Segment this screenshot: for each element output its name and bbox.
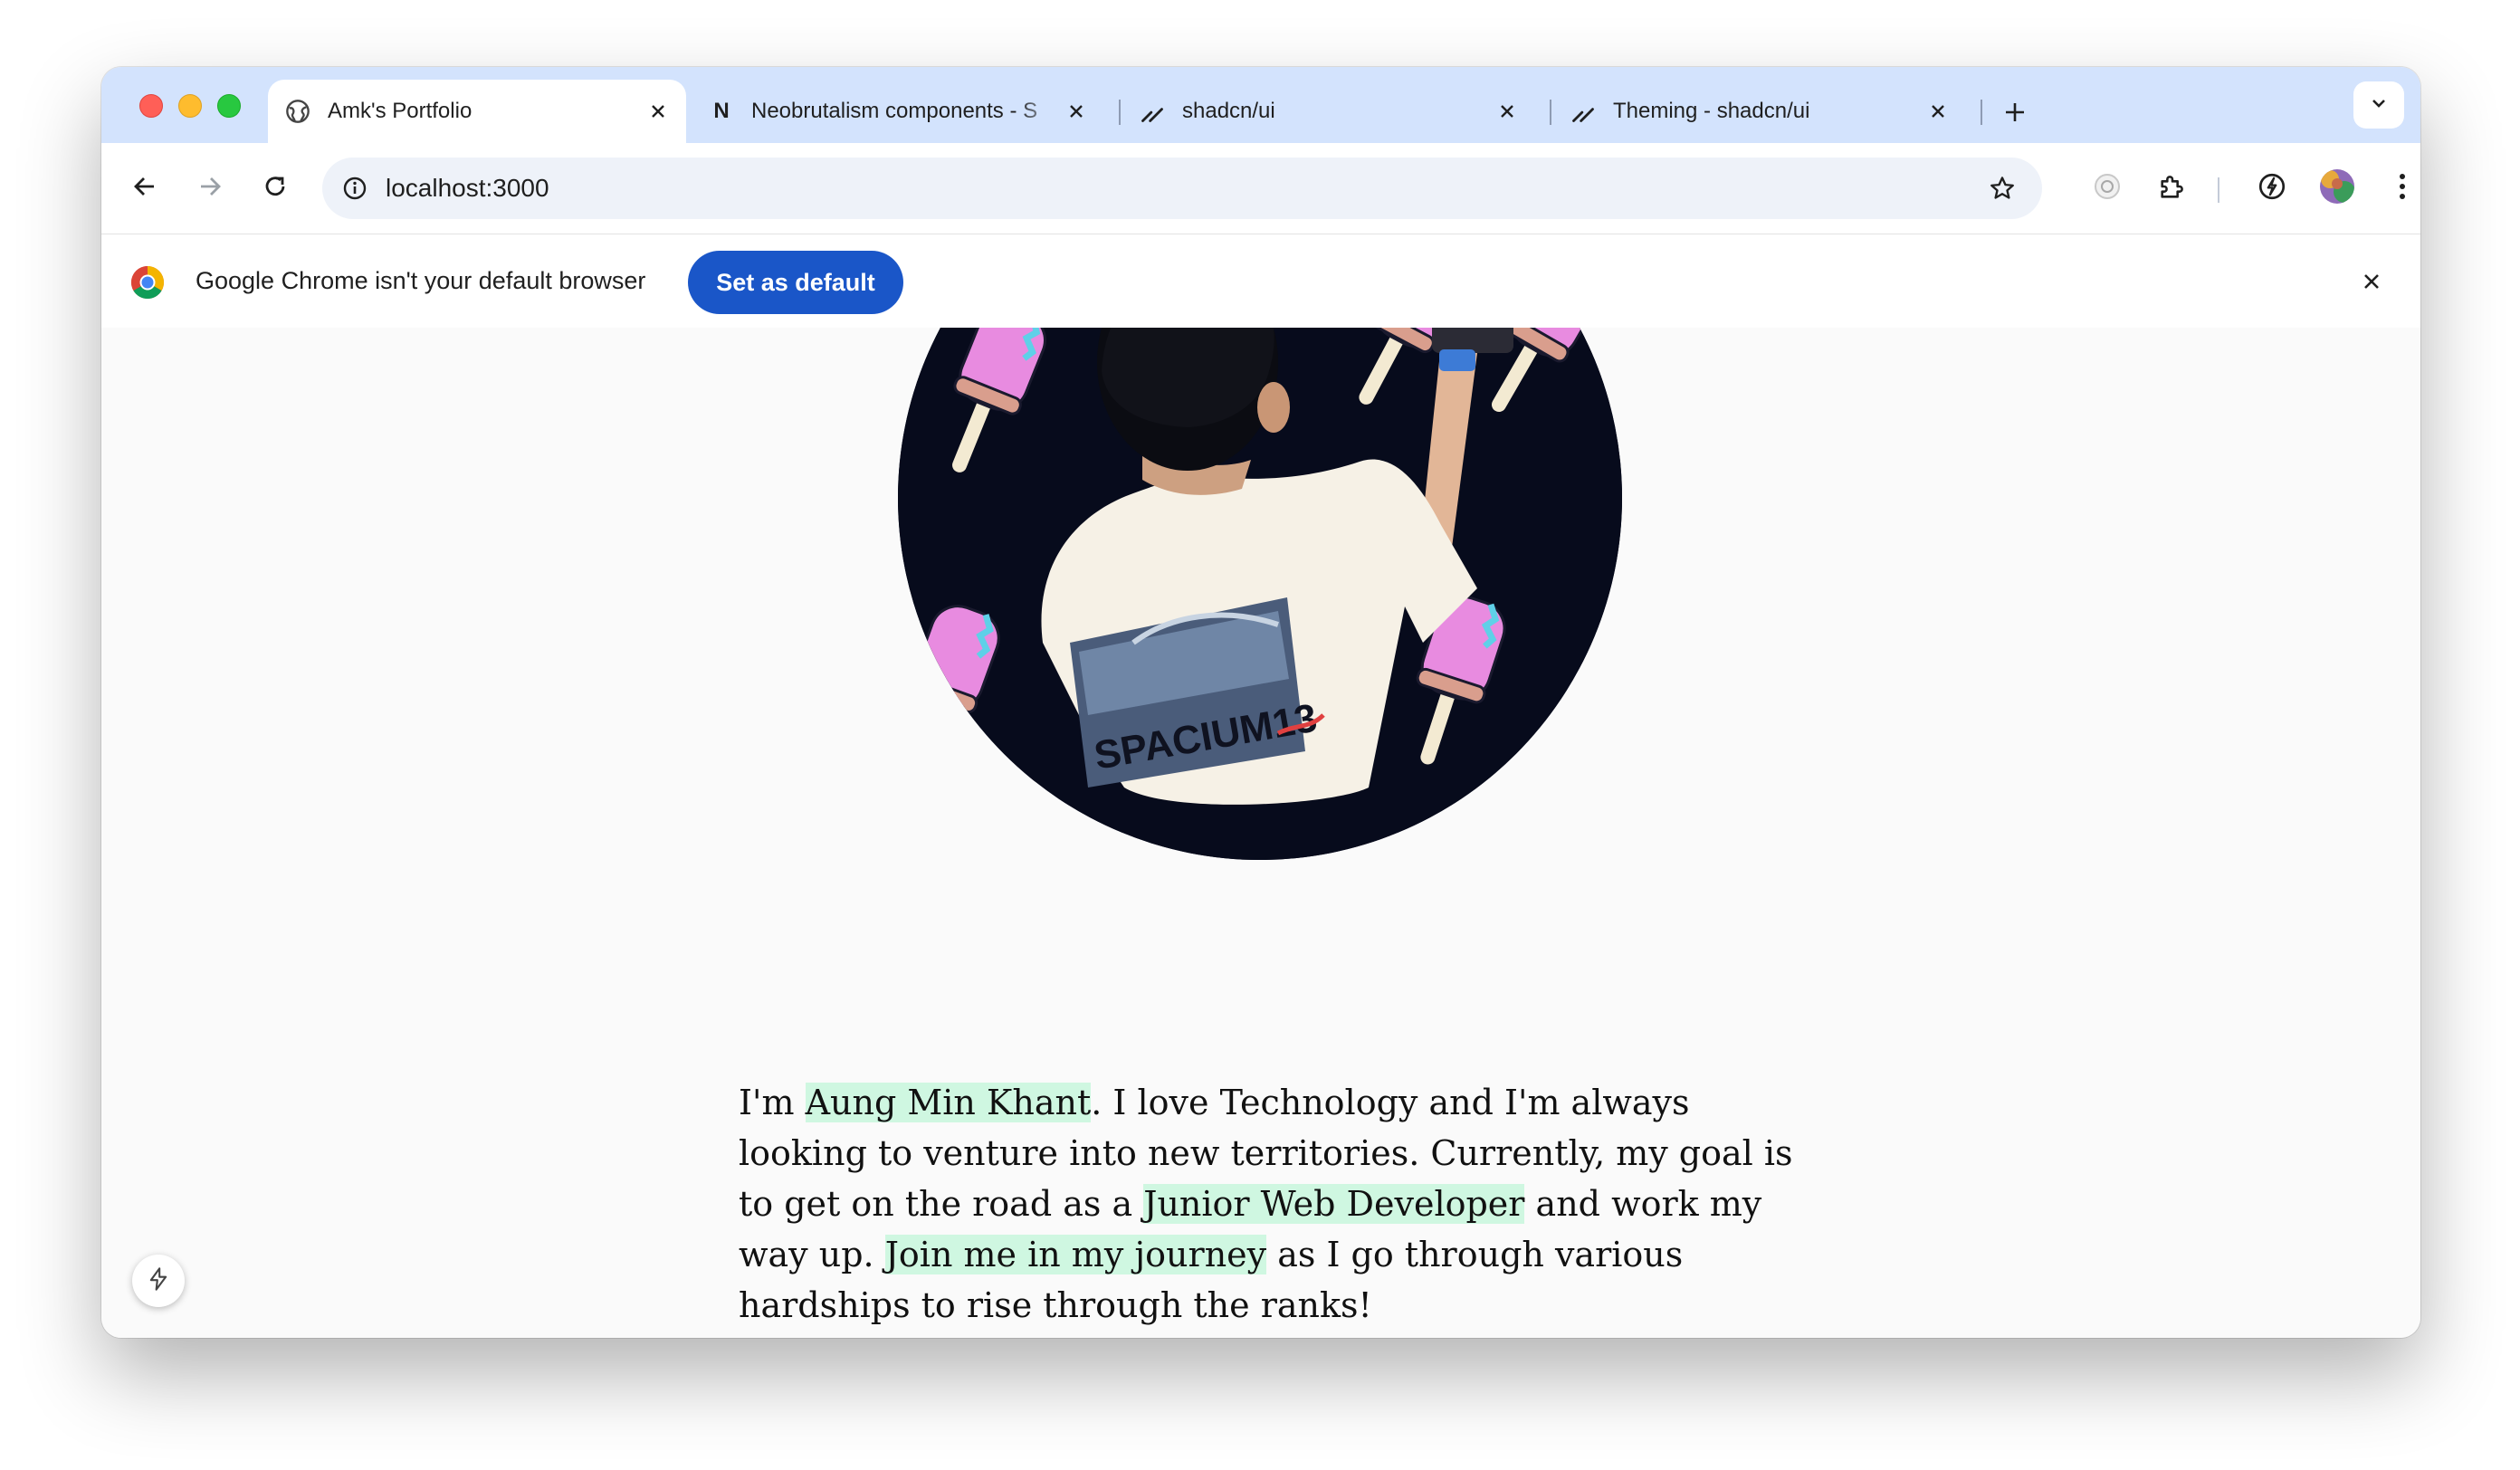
tab-separator bbox=[1550, 100, 1551, 125]
tab-neobrutalism[interactable]: N Neobrutalism components - S bbox=[692, 80, 1104, 143]
arrow-right-icon bbox=[196, 173, 224, 205]
more-vertical-icon bbox=[2398, 172, 2407, 205]
set-as-default-button[interactable]: Set as default bbox=[688, 251, 903, 314]
tab-strip: Amk's Portfolio N Neobrutalism component… bbox=[101, 67, 2420, 143]
back-button[interactable] bbox=[125, 168, 165, 208]
tab-search-button[interactable] bbox=[2353, 81, 2404, 129]
bio-text: I'm bbox=[739, 1083, 806, 1122]
avatar bbox=[2319, 168, 2355, 209]
tab-title: Neobrutalism components - S bbox=[751, 99, 1038, 123]
close-icon[interactable] bbox=[1924, 98, 1952, 125]
arrow-left-icon bbox=[131, 173, 158, 205]
toolbar-divider bbox=[2218, 177, 2219, 203]
page-content: SPACIUM13 I'm Aung Min Khant. I love Tec… bbox=[101, 328, 2420, 1338]
close-icon[interactable] bbox=[2353, 263, 2390, 300]
tab-title: Theming - shadcn/ui bbox=[1613, 99, 1810, 123]
tab-theming-shadcn[interactable]: Theming - shadcn/ui bbox=[1553, 80, 1966, 143]
shadcn-icon bbox=[1139, 98, 1166, 125]
tab-amks-portfolio[interactable]: Amk's Portfolio bbox=[268, 80, 686, 143]
journey-link[interactable]: Join me in my journey bbox=[884, 1235, 1267, 1274]
new-tab-button[interactable] bbox=[1997, 94, 2033, 130]
tab-separator bbox=[1119, 100, 1121, 125]
shadcn-icon bbox=[1570, 98, 1597, 125]
name-highlight: Aung Min Khant bbox=[805, 1083, 1092, 1122]
tab-separator bbox=[1981, 100, 1982, 125]
globe-icon bbox=[284, 98, 311, 125]
browser-window: Amk's Portfolio N Neobrutalism component… bbox=[101, 67, 2420, 1338]
maximize-window-button[interactable] bbox=[217, 94, 241, 118]
lightning-icon bbox=[146, 1266, 171, 1296]
role-highlight: Junior Web Developer bbox=[1143, 1184, 1525, 1224]
window-controls bbox=[139, 94, 241, 118]
close-icon[interactable] bbox=[1063, 98, 1090, 125]
extensions-button[interactable] bbox=[2152, 168, 2192, 208]
speedometer-icon bbox=[2257, 171, 2287, 206]
puzzle-icon bbox=[2157, 171, 2188, 206]
profile-photo: SPACIUM13 bbox=[898, 328, 1622, 860]
reload-button[interactable] bbox=[255, 168, 295, 208]
url-text: localhost:3000 bbox=[386, 174, 549, 202]
bio-paragraph: I'm Aung Min Khant. I love Technology an… bbox=[739, 1077, 1825, 1331]
notion-n-icon: N bbox=[713, 99, 730, 123]
tab-title: shadcn/ui bbox=[1182, 99, 1275, 123]
browser-toolbar: localhost:3000 bbox=[101, 143, 2420, 234]
infobar-message: Google Chrome isn't your default browser bbox=[196, 267, 646, 294]
close-icon[interactable] bbox=[644, 98, 672, 125]
tab-shadcn-ui[interactable]: shadcn/ui bbox=[1122, 80, 1535, 143]
profile-button[interactable] bbox=[2317, 168, 2357, 208]
chrome-logo-icon bbox=[130, 265, 165, 300]
menu-button[interactable] bbox=[2382, 168, 2420, 208]
nextjs-dev-indicator-button[interactable] bbox=[132, 1255, 185, 1307]
extension-button[interactable] bbox=[2087, 168, 2127, 208]
address-bar[interactable]: localhost:3000 bbox=[322, 158, 2042, 219]
reload-icon bbox=[262, 173, 289, 205]
chevron-down-icon bbox=[2369, 93, 2389, 118]
forward-button[interactable] bbox=[190, 168, 230, 208]
extension-circle-icon bbox=[2092, 171, 2123, 206]
close-window-button[interactable] bbox=[139, 94, 163, 118]
minimize-window-button[interactable] bbox=[178, 94, 202, 118]
tab-title: Amk's Portfolio bbox=[328, 99, 472, 123]
site-info-icon[interactable] bbox=[335, 168, 375, 208]
close-icon[interactable] bbox=[1494, 98, 1521, 125]
bookmark-star-icon[interactable] bbox=[1984, 170, 2020, 206]
performance-button[interactable] bbox=[2252, 168, 2292, 208]
default-browser-infobar: Google Chrome isn't your default browser… bbox=[101, 234, 2420, 330]
